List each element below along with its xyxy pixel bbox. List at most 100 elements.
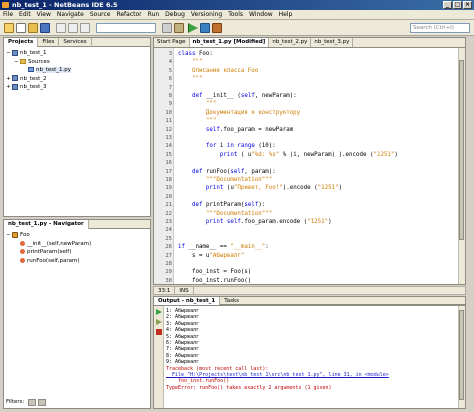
tab-projects[interactable]: Projects (4, 38, 39, 47)
code-line: print (u"Привет, Foo!").encode ("1251") (205, 185, 343, 192)
code-line: foo_inst.runFoo() (178, 277, 252, 284)
menu-run[interactable]: Run (145, 10, 163, 20)
output-scrollbar[interactable] (458, 306, 465, 408)
code-editor[interactable]: 3 4 5 6 7 8 9 10 11 12 13 14 15 16 17 18 19 20 21 22 23 24 25 2… (153, 47, 466, 285)
menu-refactor[interactable]: Refactor (113, 10, 144, 20)
navigator-title[interactable]: nb_test_1.py - Navigator (4, 220, 89, 229)
new-file-icon[interactable] (16, 23, 26, 33)
editor-scroll-thumb[interactable] (459, 60, 464, 240)
new-project-icon[interactable] (4, 23, 14, 33)
configuration-select[interactable] (96, 23, 156, 33)
line-number: 7 (168, 84, 172, 91)
profile-icon[interactable] (212, 23, 222, 33)
menu-view[interactable]: View (34, 10, 54, 20)
tab-nb-test-1[interactable]: nb_test_1.py [Modified] (189, 38, 270, 47)
line-number: 17 (165, 168, 172, 175)
line-number: 23 (165, 219, 172, 225)
tab-nb-test-3[interactable]: nb_test_3.py (311, 38, 354, 47)
menu-versioning[interactable]: Versioning (188, 10, 225, 20)
line-number: 12 (165, 126, 172, 133)
navigator-root[interactable]: − Foo (6, 231, 148, 240)
line-number: 5 (168, 67, 172, 74)
navigator-member[interactable]: runFoo(self,param) (6, 257, 148, 266)
line-number: 19 (165, 185, 172, 192)
menu-file[interactable]: File (0, 10, 16, 20)
line-number-gutter: 3 4 5 6 7 8 9 10 11 12 13 14 15 16 17 18 19 20 21 22 23 24 25 2… (154, 48, 174, 284)
line-number: 3 (168, 51, 172, 57)
editor-status-bar: 33:1 INS (153, 286, 466, 295)
stop-icon[interactable] (156, 329, 162, 335)
line-number: 13 (165, 135, 172, 141)
rerun-icon[interactable] (156, 309, 162, 315)
run-icon[interactable] (188, 23, 198, 33)
tab-files[interactable]: Files (38, 38, 60, 47)
build-icon[interactable] (162, 23, 172, 33)
python-file-icon (28, 67, 34, 72)
menu-edit[interactable]: Edit (16, 10, 34, 20)
tree-item-project[interactable]: − nb_test_1 (6, 49, 148, 58)
tab-services[interactable]: Services (59, 38, 92, 47)
code-line: foo_inst = Foo(s) (178, 269, 252, 276)
copy-icon[interactable] (68, 23, 78, 33)
editor-scrollbar[interactable] (458, 48, 465, 284)
debug-icon[interactable] (200, 23, 210, 33)
line-number: 11 (165, 118, 172, 125)
line-number: 29 (165, 269, 172, 276)
tree-item-file[interactable]: nb_test_1.py (6, 66, 148, 75)
code-line: class Foo: (178, 51, 213, 57)
code-line: for i in range (10): (205, 143, 276, 150)
line-number: 9 (168, 101, 172, 108)
line-number: 30 (165, 277, 172, 284)
editor-tab-bar: Start Page nb_test_1.py [Modified] nb_test… (153, 37, 466, 47)
tab-tasks[interactable]: Tasks (220, 297, 243, 305)
netbeans-logo-icon (2, 2, 9, 8)
tab-nb-test-2[interactable]: nb_test_2.py (269, 38, 312, 47)
line-number: 21 (165, 202, 172, 209)
line-number: 16 (165, 160, 172, 167)
tree-item-folder[interactable]: − Sources (6, 58, 148, 67)
menu-help[interactable]: Help (276, 10, 296, 20)
tree-item-project[interactable]: + nb_test_2 (6, 75, 148, 84)
python-project-icon (12, 49, 18, 56)
line-number: 18 (165, 177, 172, 183)
navigator-member[interactable]: __init__(self,newParam) (6, 240, 148, 249)
open-project-icon[interactable] (28, 23, 38, 33)
menu-navigate[interactable]: Navigate (54, 10, 87, 20)
close-button[interactable]: × (463, 1, 472, 9)
code-line: """Documentation""" (205, 177, 273, 183)
method-icon (20, 257, 25, 263)
filter-fields-icon[interactable] (28, 399, 36, 406)
menu-bar: File Edit View Navigate Source Refactor Run Deb… (0, 10, 474, 20)
code-line: if __name__ == "__main__": (178, 244, 269, 251)
output-tab-bar: Output - nb_test_1 Tasks (153, 296, 466, 305)
code-line: """ (191, 59, 203, 66)
clean-build-icon[interactable] (174, 23, 184, 33)
line-number: 8 (168, 93, 172, 99)
code-line: def runFoo(self, param): (191, 168, 276, 175)
tab-start-page[interactable]: Start Page (154, 38, 190, 47)
menu-debug[interactable]: Debug (162, 10, 188, 20)
line-number: 6 (168, 76, 172, 83)
rerun-with-params-icon[interactable] (156, 319, 162, 325)
code-line: """ (191, 76, 203, 83)
output-scroll-thumb[interactable] (459, 310, 464, 400)
filter-private-icon[interactable] (38, 399, 46, 406)
insert-mode: INS (175, 287, 194, 295)
tree-item-project[interactable]: + nb_test_3 (6, 83, 148, 92)
output-side-toolbar (154, 306, 164, 408)
menu-window[interactable]: Window (246, 10, 276, 20)
cut-icon[interactable] (56, 23, 66, 33)
tab-output[interactable]: Output - nb_test_1 (154, 297, 221, 305)
navigator-member[interactable]: printParam(self) (6, 248, 148, 257)
folder-icon (20, 58, 26, 64)
paste-icon[interactable] (80, 23, 90, 33)
line-number: 26 (165, 244, 172, 251)
code-line: """ (205, 101, 217, 108)
maximize-button[interactable]: □ (453, 1, 462, 9)
code-line: print ( u"%d: %s" % (i, newParam) ).enco… (219, 151, 398, 158)
menu-source[interactable]: Source (87, 10, 114, 20)
search-input[interactable]: Search (Ctrl+I) (410, 23, 470, 33)
minimize-button[interactable]: _ (443, 1, 452, 9)
menu-tools[interactable]: Tools (225, 10, 246, 20)
save-all-icon[interactable] (40, 23, 50, 33)
